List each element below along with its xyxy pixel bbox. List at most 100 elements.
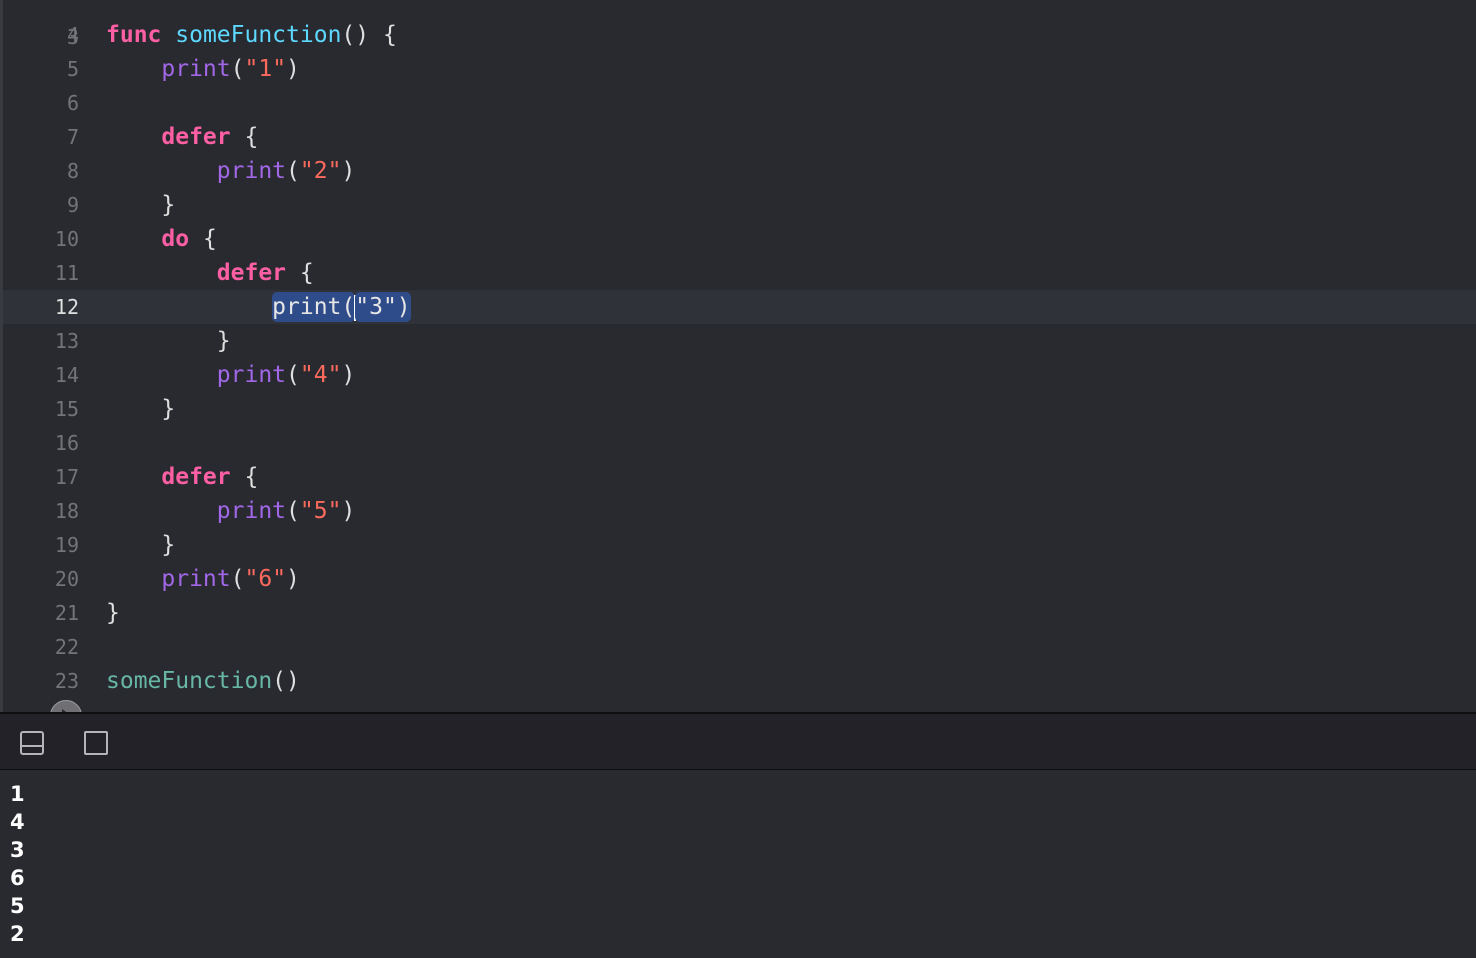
code-line[interactable]: 6 <box>3 86 1476 120</box>
code-token: defer <box>161 124 231 150</box>
run-playground-button[interactable] <box>50 700 82 712</box>
code-token: "5" <box>299 498 342 524</box>
code-line[interactable]: 17 defer { <box>3 460 1476 494</box>
code-line[interactable]: 5 print("1") <box>3 52 1476 86</box>
code-text: print("3") <box>106 290 411 324</box>
line-number: 12 <box>54 295 79 319</box>
line-number: 17 <box>54 465 79 489</box>
line-number: 14 <box>54 363 79 387</box>
code-token: } <box>106 532 176 558</box>
code-token: print <box>216 362 287 388</box>
debug-bar <box>0 712 1476 770</box>
code-token: { <box>230 124 259 150</box>
code-line[interactable]: 14 print("4") <box>3 358 1476 392</box>
code-token: ( <box>286 362 300 388</box>
code-line[interactable]: 4 func someFunction() { <box>3 18 1476 52</box>
code-token: "1" <box>244 56 287 82</box>
code-token: { <box>286 260 314 286</box>
line-number: 6 <box>66 91 79 115</box>
code-line[interactable]: 20 print("6") <box>3 562 1476 596</box>
code-line[interactable]: 8 print("2") <box>3 154 1476 188</box>
selected-text: "3") <box>355 292 411 322</box>
code-token: ) <box>341 362 356 388</box>
code-token: } <box>106 192 176 218</box>
code-line[interactable]: 18 print("5") <box>3 494 1476 528</box>
toggle-layout-icon[interactable] <box>84 731 108 755</box>
code-line-partial: 3 <box>3 0 1476 49</box>
console-output-line: 4 <box>10 810 25 834</box>
code-text: } <box>106 596 120 630</box>
code-token: print <box>216 158 287 184</box>
code-line[interactable]: 12 print("3") <box>3 290 1476 324</box>
code-token: () <box>272 668 300 694</box>
code-line[interactable]: 22 <box>3 630 1476 664</box>
code-line[interactable]: 13 } <box>3 324 1476 358</box>
code-text: do { <box>106 222 217 256</box>
line-number: 18 <box>54 499 79 523</box>
code-token: ) <box>286 566 300 592</box>
line-number: 16 <box>54 431 79 455</box>
line-number: 4 <box>66 23 79 47</box>
line-number: 10 <box>54 227 79 251</box>
code-token: } <box>106 396 176 422</box>
code-token: ) <box>341 498 356 524</box>
code-line[interactable]: 15 } <box>3 392 1476 426</box>
code-line[interactable]: 11 defer { <box>3 256 1476 290</box>
code-token: func <box>106 22 162 48</box>
code-text: } <box>106 324 231 358</box>
code-token: ( <box>230 566 245 592</box>
line-number: 11 <box>54 261 79 285</box>
code-token: "2" <box>299 158 342 184</box>
line-number: 19 <box>54 533 79 557</box>
code-token: someFunction <box>106 668 273 694</box>
code-token: } <box>106 600 120 626</box>
code-token: ( <box>286 158 300 184</box>
code-token: "6" <box>244 566 287 592</box>
line-number: 22 <box>54 635 79 659</box>
console-output-line: 3 <box>10 838 25 862</box>
console-output[interactable]: 1 4 3 6 5 2 <box>0 770 1476 958</box>
line-number: 15 <box>54 397 79 421</box>
code-token: print <box>161 566 231 592</box>
code-token: } <box>106 328 231 354</box>
code-token: "4" <box>299 362 342 388</box>
code-line[interactable]: 21} <box>3 596 1476 630</box>
code-text: defer { <box>106 460 258 494</box>
code-editor[interactable]: 3 4 func someFunction() {5 print("1") 6 7 d… <box>0 0 1476 712</box>
line-number: 20 <box>54 567 79 591</box>
code-token: defer <box>216 260 287 286</box>
code-token: someFunction <box>175 22 342 48</box>
console-output-line: 5 <box>10 894 25 918</box>
code-text: } <box>106 188 175 222</box>
code-line[interactable]: 16 <box>3 426 1476 460</box>
line-number: 21 <box>54 601 79 625</box>
code-token: ) <box>341 158 356 184</box>
code-token: () { <box>341 22 397 48</box>
code-text: print("5") <box>106 494 356 528</box>
code-line[interactable]: 9 } <box>3 188 1476 222</box>
console-output-line: 6 <box>10 866 25 890</box>
line-number: 5 <box>66 57 79 81</box>
code-text: print("4") <box>106 358 356 392</box>
line-number: 13 <box>54 329 79 353</box>
code-text: } <box>106 528 175 562</box>
code-text: func someFunction() { <box>106 18 397 52</box>
code-token: do <box>161 226 190 252</box>
code-line[interactable]: 7 defer { <box>3 120 1476 154</box>
code-line[interactable]: 10 do { <box>3 222 1476 256</box>
hide-debug-area-icon[interactable] <box>20 731 44 755</box>
line-number: 8 <box>66 159 79 183</box>
code-line[interactable]: 23 someFunction() <box>3 664 1476 698</box>
code-token: ) <box>286 56 300 82</box>
code-line[interactable]: 19 } <box>3 528 1476 562</box>
code-text: print("6") <box>106 562 300 596</box>
code-token: { <box>189 226 217 252</box>
